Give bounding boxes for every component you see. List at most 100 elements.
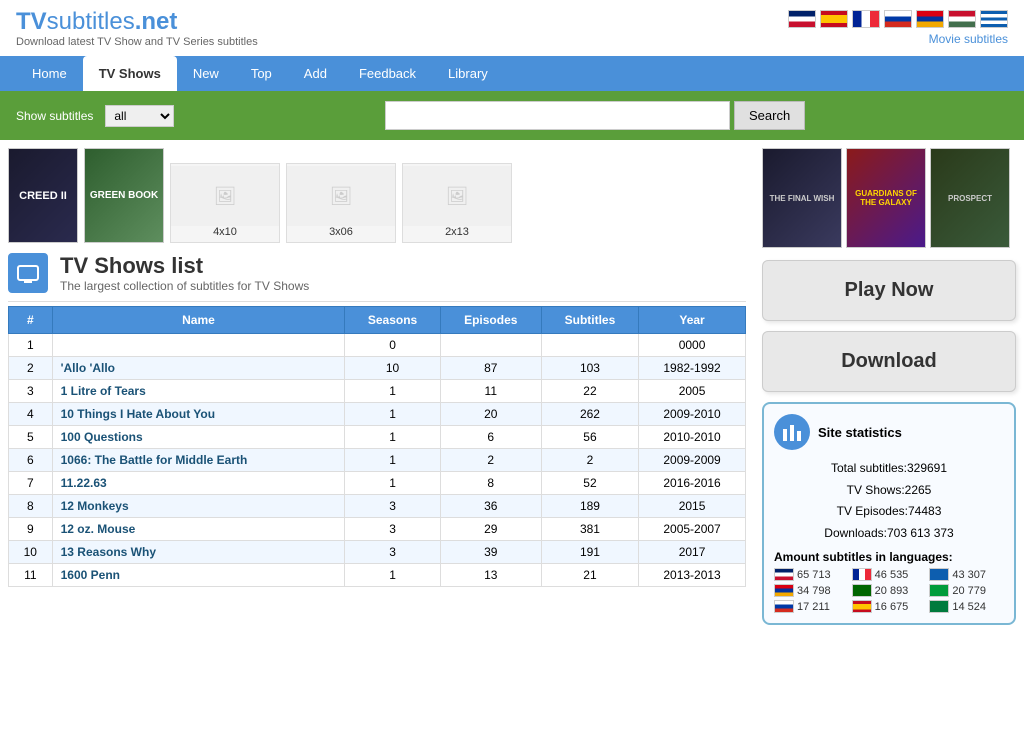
cell-subtitles: 262: [541, 403, 638, 426]
cell-subtitles: 52: [541, 472, 638, 495]
cell-year: 0000: [639, 334, 746, 357]
cell-year: 2010-2010: [639, 426, 746, 449]
table-row: 812 Monkeys3361892015: [9, 495, 746, 518]
flag-spanish[interactable]: [820, 10, 848, 28]
table-row: 1013 Reasons Why3391912017: [9, 541, 746, 564]
nav-tvshows[interactable]: TV Shows: [83, 56, 177, 91]
shows-table: # Name Seasons Episodes Subtitles Year 1…: [8, 306, 746, 587]
cell-year: 2009-2010: [639, 403, 746, 426]
cell-num: 3: [9, 380, 53, 403]
show-link[interactable]: 1 Litre of Tears: [61, 384, 146, 398]
cell-num: 9: [9, 518, 53, 541]
nav-new[interactable]: New: [177, 56, 235, 91]
col-year: Year: [639, 307, 746, 334]
cell-num: 1: [9, 334, 53, 357]
cell-seasons: 10: [345, 357, 440, 380]
cell-name: 1 Litre of Tears: [52, 380, 345, 403]
show-subtitles-select[interactable]: all english: [105, 105, 174, 127]
search-form: Search: [385, 101, 805, 130]
cell-name: 10 Things I Hate About You: [52, 403, 345, 426]
nav-home[interactable]: Home: [16, 56, 83, 91]
banner-creed[interactable]: CREED II: [8, 148, 78, 243]
col-seasons: Seasons: [345, 307, 440, 334]
cell-name: 12 Monkeys: [52, 495, 345, 518]
col-num: #: [9, 307, 53, 334]
flag-hungarian[interactable]: [948, 10, 976, 28]
poster-final-wish[interactable]: THE FINAL WISH: [762, 148, 842, 248]
cell-subtitles: 189: [541, 495, 638, 518]
lang-brazilian: 20 779: [929, 584, 1004, 597]
cell-num: 7: [9, 472, 53, 495]
banner-episode-1[interactable]: 🖼 4x10: [170, 163, 280, 243]
stat-downloads: Downloads:703 613 373: [774, 523, 1004, 545]
search-button[interactable]: Search: [734, 101, 805, 130]
poster-prospect[interactable]: PROSPECT: [930, 148, 1010, 248]
cell-seasons: 1: [345, 564, 440, 587]
stat-total: Total subtitles:329691: [774, 458, 1004, 480]
cell-name: 11.22.63: [52, 472, 345, 495]
show-link[interactable]: 13 Reasons Why: [61, 545, 156, 559]
nav-add[interactable]: Add: [288, 56, 343, 91]
show-link[interactable]: 1066: The Battle for Middle Earth: [61, 453, 248, 467]
cell-episodes: 2: [440, 449, 541, 472]
flag-greek[interactable]: [980, 10, 1008, 28]
show-link[interactable]: 12 oz. Mouse: [61, 522, 136, 536]
show-link[interactable]: 'Allo 'Allo: [61, 361, 115, 375]
cell-year: 2015: [639, 495, 746, 518]
show-link[interactable]: 11.22.63: [61, 476, 107, 490]
tv-icon: [8, 253, 48, 293]
movie-posters: THE FINAL WISH GUARDIANS OF THE GALAXY P…: [762, 148, 1016, 248]
lang-spanish: 16 675: [852, 600, 927, 613]
cell-seasons: 3: [345, 495, 440, 518]
shows-tbody: 1000002'Allo 'Allo10871031982-199231 Lit…: [9, 334, 746, 587]
cell-seasons: 3: [345, 541, 440, 564]
cell-name: 13 Reasons Why: [52, 541, 345, 564]
logo-suffix: .net: [135, 8, 178, 35]
cell-subtitles: 21: [541, 564, 638, 587]
cell-seasons: 1: [345, 449, 440, 472]
table-row: 100000: [9, 334, 746, 357]
search-input[interactable]: [385, 101, 730, 130]
cell-year: 2016-2016: [639, 472, 746, 495]
logo-subtitle: Download latest TV Show and TV Series su…: [16, 36, 258, 48]
show-link[interactable]: 100 Questions: [61, 430, 143, 444]
movie-subtitles-link[interactable]: Movie subtitles: [929, 32, 1008, 46]
cell-seasons: 1: [345, 472, 440, 495]
lang-portuguese: 20 893: [852, 584, 927, 597]
poster-guardians[interactable]: GUARDIANS OF THE GALAXY: [846, 148, 926, 248]
nav-feedback[interactable]: Feedback: [343, 56, 432, 91]
play-now-button[interactable]: Play Now: [762, 260, 1016, 321]
nav-top[interactable]: Top: [235, 56, 288, 91]
cell-year: 1982-1992: [639, 357, 746, 380]
banner-greenbook[interactable]: GREEN BOOK: [84, 148, 164, 243]
header-right: Movie subtitles: [788, 10, 1008, 46]
cell-subtitles: 191: [541, 541, 638, 564]
cell-name: 1600 Penn: [52, 564, 345, 587]
cell-episodes: 39: [440, 541, 541, 564]
cell-subtitles: 22: [541, 380, 638, 403]
lang-russian: 17 211: [774, 600, 849, 613]
show-link[interactable]: 10 Things I Hate About You: [61, 407, 215, 421]
cell-subtitles: 2: [541, 449, 638, 472]
main: CREED II GREEN BOOK 🖼 4x10 🖼 3x06 🖼 2x13: [0, 140, 1024, 633]
flag-english[interactable]: [788, 10, 816, 28]
download-button[interactable]: Download: [762, 331, 1016, 392]
col-subtitles: Subtitles: [541, 307, 638, 334]
banner-episode-3[interactable]: 🖼 2x13: [402, 163, 512, 243]
cell-episodes: 6: [440, 426, 541, 449]
show-link[interactable]: 12 Monkeys: [61, 499, 129, 513]
show-link[interactable]: 1600 Penn: [61, 568, 120, 582]
flag-french[interactable]: [852, 10, 880, 28]
nav-library[interactable]: Library: [432, 56, 504, 91]
cell-year: 2005: [639, 380, 746, 403]
logo[interactable]: TVsubtitles.net: [16, 8, 258, 36]
tv-shows-title-area: TV Shows list The largest collection of …: [60, 253, 309, 293]
cell-episodes: 8: [440, 472, 541, 495]
banner-episode-2[interactable]: 🖼 3x06: [286, 163, 396, 243]
lang-french: 46 535: [852, 568, 927, 581]
episode-label-2: 3x06: [329, 226, 353, 242]
flag-russian[interactable]: [884, 10, 912, 28]
right-sidebar: THE FINAL WISH GUARDIANS OF THE GALAXY P…: [754, 140, 1024, 633]
cell-subtitles: [541, 334, 638, 357]
flag-armenian[interactable]: [916, 10, 944, 28]
